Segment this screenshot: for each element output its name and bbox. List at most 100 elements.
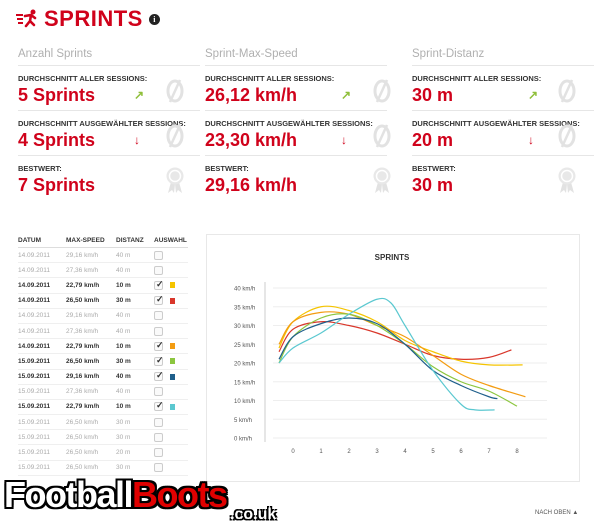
x-tick-label: 8	[515, 449, 519, 455]
medal-icon	[558, 167, 576, 193]
y-tick-label: 35 km/h	[234, 305, 255, 311]
row-max-speed: 26,50 km/h	[66, 464, 99, 472]
stat-column-heading: Sprint-Max-Speed	[205, 44, 387, 66]
row-max-speed: 26,50 km/h	[66, 449, 99, 457]
series-color-swatch	[170, 297, 175, 304]
medal-icon	[166, 167, 184, 193]
table-row[interactable]: 15.09.2011 27,36 km/h 40 m	[18, 385, 188, 400]
row-max-speed: 22,79 km/h	[66, 403, 100, 411]
series-line-3	[278, 313, 518, 407]
y-tick-label: 40 km/h	[234, 287, 255, 293]
table-row[interactable]: 15.09.2011 26,50 km/h 30 m	[18, 354, 188, 370]
row-select-cell	[154, 370, 188, 382]
row-select-checkbox[interactable]	[154, 387, 163, 397]
col-speed-header[interactable]: MAX-SPEED	[66, 237, 116, 244]
row-date: 14.09.2011	[18, 312, 51, 320]
stat-label: DURCHSCHNITT ALLER SESSIONS:	[412, 74, 542, 83]
row-select-checkbox[interactable]	[154, 326, 163, 336]
row-date: 15.09.2011	[18, 357, 51, 365]
x-tick-label: 3	[375, 449, 379, 455]
stat-value: 23,30 km/h	[205, 130, 298, 150]
zero-icon	[558, 79, 576, 103]
row-select-checkbox[interactable]	[154, 432, 163, 442]
info-icon[interactable]: i	[148, 13, 160, 25]
table-row[interactable]: 14.09.2011 22,79 km/h 10 m	[18, 339, 188, 355]
table-row[interactable]: 14.09.2011 29,16 km/h 40 m	[18, 309, 188, 324]
y-tick-label: 5 km/h	[234, 418, 252, 424]
row-select-checkbox[interactable]	[154, 370, 164, 382]
row-select-checkbox[interactable]	[154, 417, 163, 427]
row-select-checkbox[interactable]	[154, 355, 164, 366]
row-select-checkbox[interactable]	[154, 265, 163, 275]
stat-block-avg-all: DURCHSCHNITT ALLER SESSIONS: 5 Sprints ↗	[18, 66, 200, 111]
row-select-checkbox[interactable]	[154, 463, 163, 473]
logo-part-boots: Boots	[131, 474, 228, 515]
table-row[interactable]: 15.09.2011 26,50 km/h 30 m	[18, 430, 188, 446]
x-tick-label: 4	[403, 449, 407, 455]
stat-block-avg-sel: DURCHSCHNITT AUSGEWÄHLTER SESSIONS: 20 m ↓	[412, 111, 594, 156]
row-select-cell	[154, 355, 188, 366]
stat-column-heading: Sprint-Distanz	[412, 44, 594, 66]
stat-label: DURCHSCHNITT ALLER SESSIONS:	[205, 74, 335, 83]
y-tick-label: 0 km/h	[234, 437, 252, 443]
table-row[interactable]: 14.09.2011 27,36 km/h 40 m	[18, 324, 188, 340]
table-row[interactable]: 15.09.2011 26,50 km/h 30 m	[18, 415, 188, 431]
stat-label: DURCHSCHNITT AUSGEWÄHLTER SESSIONS:	[18, 119, 186, 128]
stat-column: Anzahl Sprints DURCHSCHNITT ALLER SESSION…	[18, 44, 200, 201]
table-row[interactable]: 14.09.2011 29,16 km/h 40 m	[18, 248, 188, 264]
zero-icon	[373, 79, 391, 103]
series-line-2	[278, 311, 526, 398]
stat-label: DURCHSCHNITT ALLER SESSIONS:	[18, 74, 148, 83]
row-select-checkbox[interactable]	[154, 400, 164, 412]
row-distance: 30 m	[116, 297, 131, 305]
table-row[interactable]: 15.09.2011 22,79 km/h 10 m	[18, 400, 188, 416]
row-select-checkbox[interactable]	[154, 294, 164, 306]
stat-label: DURCHSCHNITT AUSGEWÄHLTER SESSIONS:	[412, 119, 580, 128]
series-color-swatch	[170, 373, 175, 380]
row-select-checkbox[interactable]	[154, 340, 164, 351]
row-distance: 40 m	[116, 373, 131, 381]
back-to-top-link[interactable]: NACH OBEN ▲	[535, 510, 578, 516]
col-distance-header[interactable]: DISTANZ	[116, 237, 154, 244]
series-line-4	[278, 317, 498, 400]
trend-down-icon: ↓	[528, 133, 534, 147]
row-select-checkbox[interactable]	[154, 311, 163, 321]
page-header: SPRINTS i	[16, 6, 160, 31]
table-row[interactable]: 15.09.2011 29,16 km/h 40 m	[18, 370, 188, 385]
row-date: 15.09.2011	[18, 403, 51, 411]
y-tick-label: 10 km/h	[234, 399, 255, 405]
zero-icon	[166, 124, 184, 148]
stat-block-avg-all: DURCHSCHNITT ALLER SESSIONS: 26,12 km/h ↗	[205, 66, 391, 111]
table-row[interactable]: 14.09.2011 26,50 km/h 30 m	[18, 294, 188, 309]
row-distance: 40 m	[116, 388, 131, 396]
col-date-header[interactable]: DATUM	[18, 237, 66, 244]
trend-up-icon: ↗	[528, 88, 539, 102]
stat-column: Sprint-Distanz DURCHSCHNITT ALLER SESSION…	[412, 44, 594, 201]
stat-block-avg-sel: DURCHSCHNITT AUSGEWÄHLTER SESSIONS: 23,30…	[205, 111, 391, 156]
row-date: 14.09.2011	[18, 281, 51, 289]
row-select-checkbox[interactable]	[154, 250, 163, 260]
stat-block-avg-sel: DURCHSCHNITT AUSGEWÄHLTER SESSIONS: 4 Spr…	[18, 111, 200, 156]
y-tick-label: 15 km/h	[234, 380, 255, 386]
row-select-checkbox[interactable]	[154, 448, 163, 458]
row-select-cell	[154, 387, 188, 397]
series-color-swatch	[170, 282, 175, 289]
trend-up-icon: ↗	[134, 88, 145, 102]
table-row[interactable]: 14.09.2011 27,36 km/h 40 m	[18, 263, 188, 279]
stat-block-best: BESTWERT: 29,16 km/h	[205, 156, 391, 201]
row-max-speed: 26,50 km/h	[66, 357, 100, 365]
row-distance: 30 m	[116, 418, 131, 426]
row-select-cell	[154, 294, 188, 306]
row-distance: 10 m	[116, 403, 131, 411]
table-row[interactable]: 15.09.2011 26,50 km/h 20 m	[18, 445, 188, 461]
stat-value: 30 m	[412, 175, 454, 195]
row-date: 14.09.2011	[18, 251, 51, 259]
table-row[interactable]: 14.09.2011 22,79 km/h 10 m	[18, 278, 188, 294]
row-max-speed: 27,36 km/h	[66, 327, 99, 335]
page-title: SPRINTS	[44, 6, 143, 31]
zero-icon	[166, 79, 184, 103]
stat-block-avg-all: DURCHSCHNITT ALLER SESSIONS: 30 m ↗	[412, 66, 594, 111]
row-select-cell	[154, 432, 188, 442]
row-select-checkbox[interactable]	[154, 279, 164, 290]
row-max-speed: 27,36 km/h	[66, 266, 99, 274]
